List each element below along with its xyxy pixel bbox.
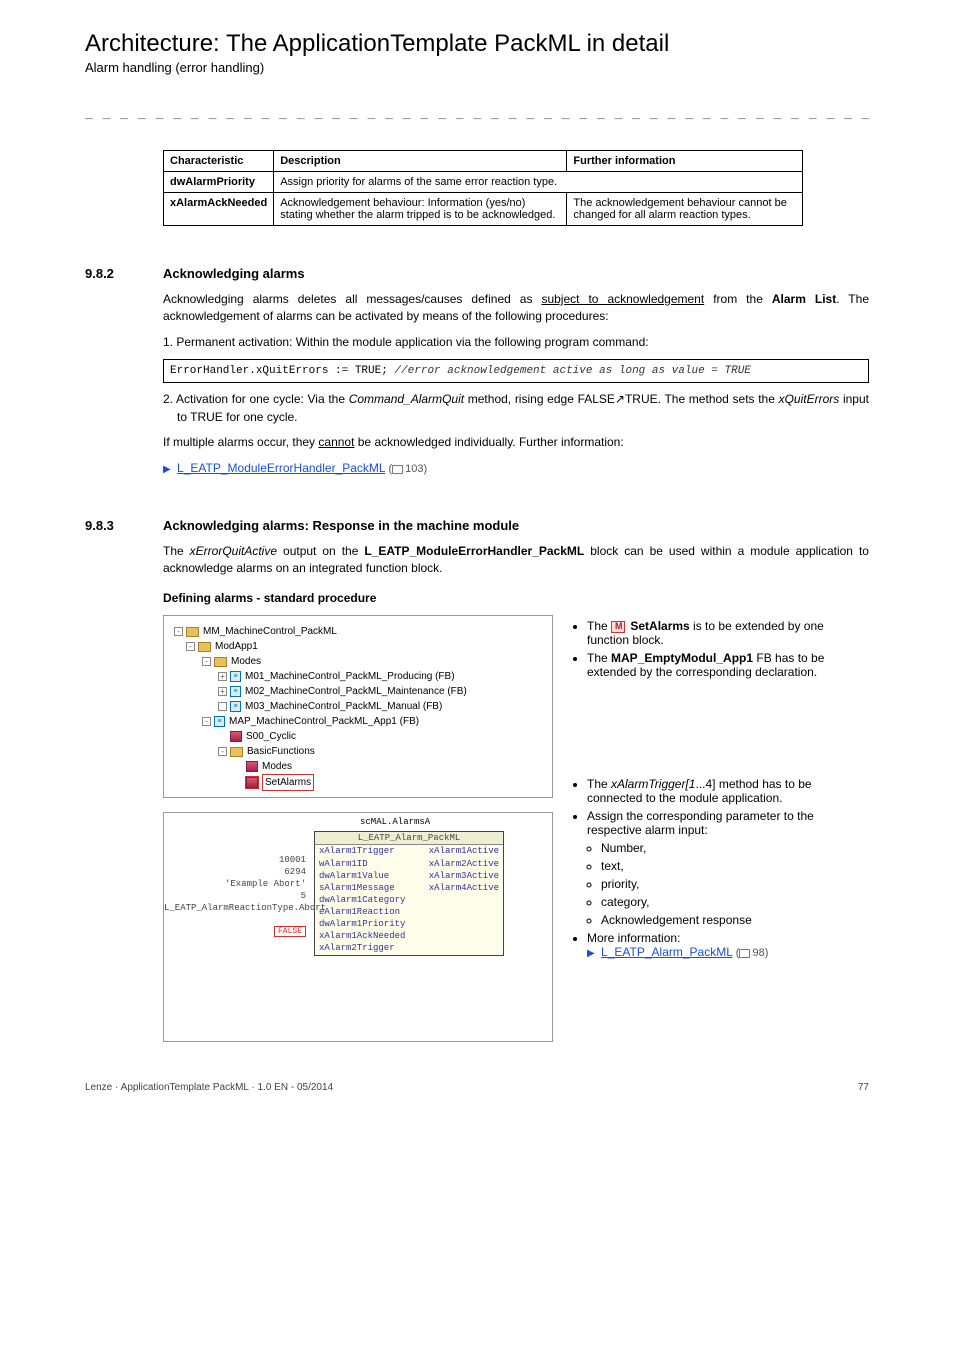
link-module-error-handler[interactable]: L_EATP_ModuleErrorHandler_PackML [177,461,385,475]
tree-node: Modes [262,759,292,774]
tree-node-selected: SetAlarms [262,774,314,791]
fbd-input-value: 'Example Abort' [164,879,306,889]
fbd-input-value: 10001 [164,855,306,865]
tree-node: MM_MachineControl_PackML [203,624,337,639]
link-eatp-alarm[interactable]: L_EATP_Alarm_PackML [601,945,732,959]
fbd-input-value: L_EATP_AlarmReactionType.Abort [164,903,306,913]
triangle-icon: ▶ [587,948,595,959]
page-number: 77 [858,1082,869,1093]
cell-char: dwAlarmPriority [164,172,274,193]
paragraph: If multiple alarms occur, they cannot be… [163,434,869,451]
list-item: The SetAlarms is to be extended by one f… [587,619,869,647]
cell-char: xAlarmAckNeeded [164,193,274,226]
triangle-icon: ▶ [163,464,171,475]
list-item: 2. Activation for one cycle: Via the Com… [163,391,869,426]
footer-left: Lenze · ApplicationTemplate PackML · 1.0… [85,1082,333,1093]
fbd-screenshot: scMAL.AlarmsA L_EATP_Alarm_PackML xAlarm… [163,812,553,1042]
cell-desc: Acknowledgement behaviour: Information (… [274,193,567,226]
list-item: More information: ▶ L_EATP_Alarm_PackML … [587,931,869,959]
sub-heading: Defining alarms - standard procedure [163,591,869,605]
paragraph: Acknowledging alarms deletes all message… [163,291,869,326]
section-title: Acknowledging alarms: Response in the ma… [163,518,519,533]
table-row: dwAlarmPriority Assign priority for alar… [164,172,803,193]
list-item: Assign the corresponding parameter to th… [587,809,869,927]
list-item: text, [601,859,869,873]
list-item: Number, [601,841,869,855]
section-number: 9.8.2 [85,266,163,281]
cell-desc: Assign priority for alarms of the same e… [274,172,803,193]
table-row: xAlarmAckNeeded Acknowledgement behaviou… [164,193,803,226]
book-icon [739,949,750,958]
tree-node: M01_MachineControl_PackML_Producing (FB) [245,669,455,684]
paragraph: The xErrorQuitActive output on the L_EAT… [163,543,869,578]
fbd-false-badge: FALSE [274,926,306,937]
page-title: Architecture: The ApplicationTemplate Pa… [85,30,869,58]
tree-node: ModApp1 [215,639,258,654]
cross-reference: ▶ L_EATP_ModuleErrorHandler_PackML ( 103… [163,460,869,478]
code-block: ErrorHandler.xQuitErrors := TRUE; //erro… [163,359,869,383]
fbd-input-value: 6294 [164,867,306,877]
book-icon [392,465,403,474]
cell-further: The acknowledgement behaviour cannot be … [567,193,803,226]
fbd-instance-name: scMAL.AlarmsA [360,817,430,827]
page-subtitle: Alarm handling (error handling) [85,60,869,75]
tree-node: BasicFunctions [247,744,315,759]
list-item: category, [601,895,869,909]
section-number: 9.8.3 [85,518,163,533]
col-header-further: Further information [567,151,803,172]
tree-node: M02_MachineControl_PackML_Maintenance (F… [245,684,467,699]
list-item: priority, [601,877,869,891]
method-icon [246,777,258,788]
right-bullets: The SetAlarms is to be extended by one f… [573,615,869,1042]
tree-node: Modes [231,654,261,669]
tree-node: M03_MachineControl_PackML_Manual (FB) [245,699,442,714]
list-item: The xAlarmTrigger[1...4] method has to b… [587,777,869,805]
tree-screenshot: -MM_MachineControl_PackML -ModApp1 -Mode… [163,615,553,798]
list-item: 1. Permanent activation: Within the modu… [163,334,869,351]
col-header-description: Description [274,151,567,172]
method-icon [611,621,625,633]
list-item: The MAP_EmptyModul_App1 FB has to be ext… [587,651,869,679]
col-header-characteristic: Characteristic [164,151,274,172]
tree-node: MAP_MachineControl_PackML_App1 (FB) [229,714,419,729]
separator-line: _ _ _ _ _ _ _ _ _ _ _ _ _ _ _ _ _ _ _ _ … [85,105,869,120]
tree-node: S00_Cyclic [246,729,296,744]
fbd-input-value: 5 [164,891,306,901]
section-title: Acknowledging alarms [163,266,305,281]
fbd-block-title: L_EATP_Alarm_PackML [315,832,503,845]
list-item: Acknowledgement response [601,913,869,927]
characteristics-table: Characteristic Description Further infor… [163,150,803,226]
